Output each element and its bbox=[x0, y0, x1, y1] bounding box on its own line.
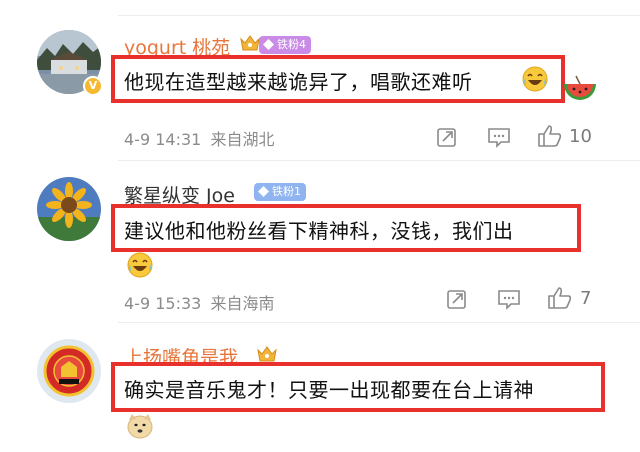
doge-emoji bbox=[127, 414, 153, 439]
like-count: 10 bbox=[569, 126, 592, 147]
fan-badge: 铁粉4 bbox=[259, 36, 311, 54]
repost-icon[interactable] bbox=[436, 126, 458, 148]
fan-badge: 铁粉1 bbox=[254, 183, 306, 201]
comment-text[interactable]: 他现在造型越来越诡异了，唱歌还难听 bbox=[124, 66, 473, 95]
repost-icon[interactable] bbox=[446, 288, 468, 310]
comment-item: 繁星纵变 Joe 铁粉1 建议他和他粉丝看下精神科，没钱，我们出 4-9 15:… bbox=[0, 160, 640, 320]
verified-icon: V bbox=[83, 76, 103, 96]
comment-meta: 4-9 15:33 来自海南 bbox=[124, 294, 275, 313]
laugh-cry-emoji bbox=[127, 252, 153, 278]
comment-text[interactable]: 确实是音乐鬼才！只要一出现都要在台上请神 bbox=[124, 374, 534, 403]
like-count: 7 bbox=[580, 288, 592, 309]
comment-icon[interactable] bbox=[487, 126, 511, 148]
avatar[interactable] bbox=[37, 177, 101, 241]
comment-icon[interactable] bbox=[497, 288, 521, 310]
like-icon[interactable] bbox=[537, 124, 563, 148]
watermelon-emoji bbox=[564, 75, 596, 100]
comment-meta: 4-9 14:31 来自湖北 bbox=[124, 130, 275, 149]
comment-item: 上扬嘴角是我 确实是音乐鬼才！只要一出现都要在台上请神 bbox=[0, 322, 640, 452]
laugh-cry-emoji bbox=[522, 66, 548, 92]
like-icon[interactable] bbox=[547, 286, 573, 310]
comment-text[interactable]: 建议他和他粉丝看下精神科，没钱，我们出 bbox=[124, 215, 514, 244]
crown-icon bbox=[240, 35, 260, 51]
avatar[interactable] bbox=[37, 339, 101, 403]
crown-icon bbox=[257, 346, 277, 362]
comment-item: V yogurt 桃苑 铁粉4 他现在造型越来越诡异了，唱歌还难听 4-9 14… bbox=[0, 0, 640, 160]
